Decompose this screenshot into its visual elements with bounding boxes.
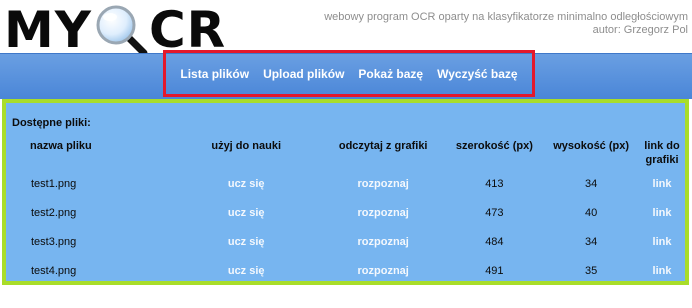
recognize-link[interactable]: rozpoznaj <box>358 265 409 277</box>
logo-text-left: MY <box>4 1 92 59</box>
table-row: test4.png ucz się rozpoznaj 491 35 link <box>14 256 685 285</box>
file-name: test2.png <box>31 206 77 219</box>
file-height: 34 <box>585 177 598 190</box>
magnifier-icon <box>96 5 148 57</box>
section-title: Dostępne pliki: <box>12 117 91 129</box>
image-link[interactable]: link <box>653 178 672 190</box>
col-file-name: nazwa pliku <box>30 140 92 152</box>
table-row: test2.png ucz się rozpoznaj 473 40 link <box>14 198 685 227</box>
nav-file-list[interactable]: Lista plików <box>180 67 249 81</box>
col-width: szerokość (px) <box>455 140 533 152</box>
learn-link[interactable]: ucz się <box>228 178 265 190</box>
table-header-row: nazwa pliku użyj do nauki odczytaj z gra… <box>14 139 685 169</box>
nav-show-database[interactable]: Pokaż bazę <box>358 67 423 81</box>
nav-clear-database[interactable]: Wyczyść bazę <box>437 67 518 81</box>
file-width: 413 <box>485 177 504 190</box>
logo-text-right: CR <box>148 1 227 59</box>
file-height: 40 <box>585 206 598 219</box>
logo[interactable]: MY CR <box>4 3 226 57</box>
file-width: 484 <box>485 235 504 248</box>
file-name: test4.png <box>31 264 77 277</box>
col-image-link: link do grafiki <box>644 140 680 166</box>
file-height: 34 <box>585 235 598 248</box>
image-link[interactable]: link <box>653 207 672 219</box>
files-panel: Dostępne pliki: nazwa pliku użyj do nauk… <box>2 99 689 285</box>
col-use-for-learning: użyj do nauki <box>211 140 282 152</box>
table-row: test1.png ucz się rozpoznaj 413 34 link <box>14 169 685 198</box>
table-row: test3.png ucz się rozpoznaj 484 34 link <box>14 227 685 256</box>
recognize-link[interactable]: rozpoznaj <box>358 236 409 248</box>
learn-link[interactable]: ucz się <box>228 207 265 219</box>
recognize-link[interactable]: rozpoznaj <box>358 207 409 219</box>
file-height: 35 <box>585 264 598 277</box>
tagline-text: webowy program OCR oparty na klasyfikato… <box>324 11 688 23</box>
file-name: test3.png <box>31 235 77 248</box>
learn-link[interactable]: ucz się <box>228 265 265 277</box>
author-text: autor: Grzegorz Pol <box>592 24 688 36</box>
col-height: wysokość (px) <box>553 140 630 152</box>
nav-upload-files[interactable]: Upload plików <box>263 67 344 81</box>
learn-link[interactable]: ucz się <box>228 236 265 248</box>
col-read-from-image: odczytaj z grafiki <box>338 140 428 152</box>
image-link[interactable]: link <box>653 236 672 248</box>
file-width: 491 <box>485 264 504 277</box>
recognize-link[interactable]: rozpoznaj <box>358 178 409 190</box>
header-tagline: webowy program OCR oparty na klasyfikato… <box>324 11 688 37</box>
image-link[interactable]: link <box>653 265 672 277</box>
files-table: nazwa pliku użyj do nauki odczytaj z gra… <box>14 139 685 285</box>
file-name: test1.png <box>31 177 77 190</box>
main-menu: Lista plików Upload plików Pokaż bazę Wy… <box>163 50 535 97</box>
file-width: 473 <box>485 206 504 219</box>
